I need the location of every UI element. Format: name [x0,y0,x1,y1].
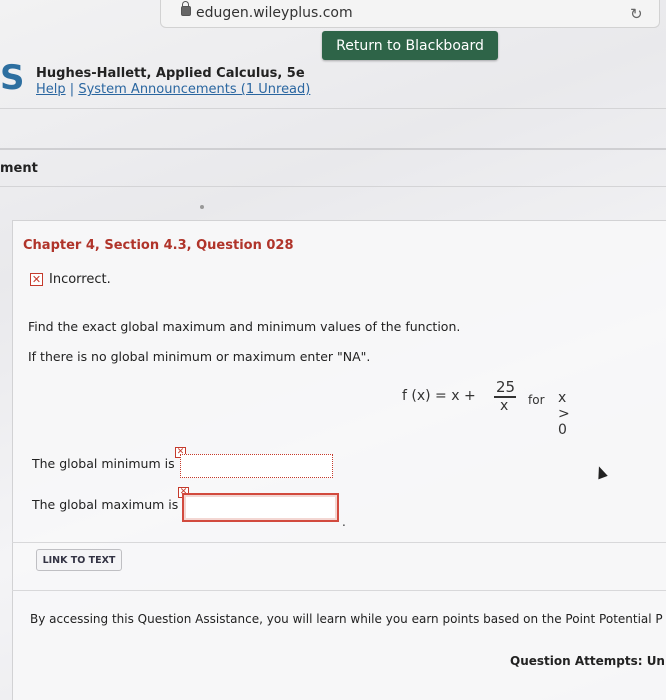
global-maximum-label: The global maximum is [32,497,179,512]
system-announcements-link[interactable]: System Announcements (1 Unread) [78,82,310,97]
divider [0,186,666,187]
divider [12,542,666,543]
book-title: Hughes-Hallett, Applied Calculus, 5e [36,66,305,81]
link-separator: | [69,82,75,97]
question-assistance-text: By accessing this Question Assistance, y… [30,612,663,626]
assignment-heading: ment [0,161,38,176]
lock-icon [181,1,191,16]
wileyplus-logo: S [0,58,25,98]
sentence-period: . [342,515,346,529]
formula-condition: x > 0 [558,390,570,438]
divider [0,108,666,109]
help-link[interactable]: Help [36,82,66,97]
global-minimum-input[interactable] [180,454,333,478]
question-prompt: Find the exact global maximum and minimu… [28,319,461,334]
divider [0,148,666,150]
formula-numerator: 25 [496,378,516,396]
global-maximum-input[interactable] [182,493,339,522]
return-to-blackboard-button[interactable]: Return to Blackboard [322,31,498,60]
url-text: edugen.wileyplus.com [196,5,353,21]
question-title: Chapter 4, Section 4.3, Question 028 [23,238,294,253]
question-instruction: If there is no global minimum or maximum… [28,349,371,364]
formula-for-word: for [528,393,545,407]
question-attempts: Question Attempts: Unl [510,654,666,668]
incorrect-icon: ✕ [30,273,43,286]
reload-icon[interactable]: ↻ [630,5,643,23]
link-to-text-button[interactable]: LINK TO TEXT [36,549,122,571]
divider [12,590,666,591]
header-links: Help | System Announcements (1 Unread) [36,82,310,97]
status-text: Incorrect. [49,272,111,287]
formula-denominator: x [500,398,509,414]
bullet-dot [200,205,204,209]
formula-lhs: f (x) = x + [402,388,476,404]
global-minimum-label: The global minimum is [32,456,175,471]
